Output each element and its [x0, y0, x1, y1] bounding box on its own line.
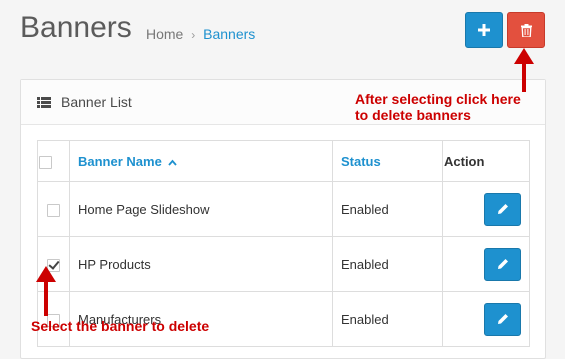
plus-icon [478, 24, 490, 36]
row-checkbox[interactable] [47, 203, 60, 217]
trash-icon [520, 23, 532, 37]
breadcrumb-home-link[interactable]: Home [146, 26, 183, 42]
status-cell: Enabled [332, 236, 443, 292]
table-row: HP Products Enabled [37, 236, 530, 292]
breadcrumb-separator: › [191, 28, 196, 42]
annotation-delete-instruction: After selecting click here to delete ban… [355, 91, 521, 123]
annotation-delete-line1: After selecting click here [355, 91, 521, 107]
breadcrumb-banners-link[interactable]: Banners [203, 26, 255, 42]
sort-ascending-icon [168, 159, 178, 166]
column-header-status[interactable]: Status [332, 140, 443, 182]
select-all-cell [37, 140, 70, 182]
table-header-row: Banner Name Status Action [37, 140, 530, 182]
edit-button[interactable] [484, 302, 521, 336]
annotation-arrow-to-checkbox [36, 266, 56, 316]
add-button[interactable] [465, 12, 503, 48]
delete-button[interactable] [507, 12, 545, 48]
page-title: Banners [20, 11, 132, 44]
status-cell: Enabled [332, 291, 443, 347]
annotation-select-instruction: Select the banner to delete [31, 318, 210, 334]
pencil-icon [497, 314, 508, 324]
panel-title: Banner List [61, 94, 132, 110]
column-header-action: Action [442, 140, 530, 182]
breadcrumb: Home › Banners [146, 26, 255, 42]
pencil-icon [497, 259, 508, 269]
list-icon [37, 96, 51, 108]
action-cell [442, 181, 530, 237]
banner-name-cell: HP Products [69, 236, 333, 292]
banner-name-cell: Home Page Slideshow [69, 181, 333, 237]
annotation-delete-line2: to delete banners [355, 107, 471, 123]
row-checkbox-cell [37, 181, 70, 237]
select-all-checkbox[interactable] [39, 155, 52, 169]
annotation-arrow-to-delete [514, 48, 534, 92]
table-row: Home Page Slideshow Enabled [37, 181, 530, 237]
action-cell [442, 236, 530, 292]
column-header-banner-name[interactable]: Banner Name [69, 140, 333, 182]
edit-button[interactable] [484, 192, 521, 226]
action-cell [442, 291, 530, 347]
column-header-banner-name-label: Banner Name [78, 153, 162, 169]
edit-button[interactable] [484, 247, 521, 281]
status-cell: Enabled [332, 181, 443, 237]
banner-table: Banner Name Status Action Home Page Slid… [37, 140, 530, 347]
pencil-icon [497, 204, 508, 214]
